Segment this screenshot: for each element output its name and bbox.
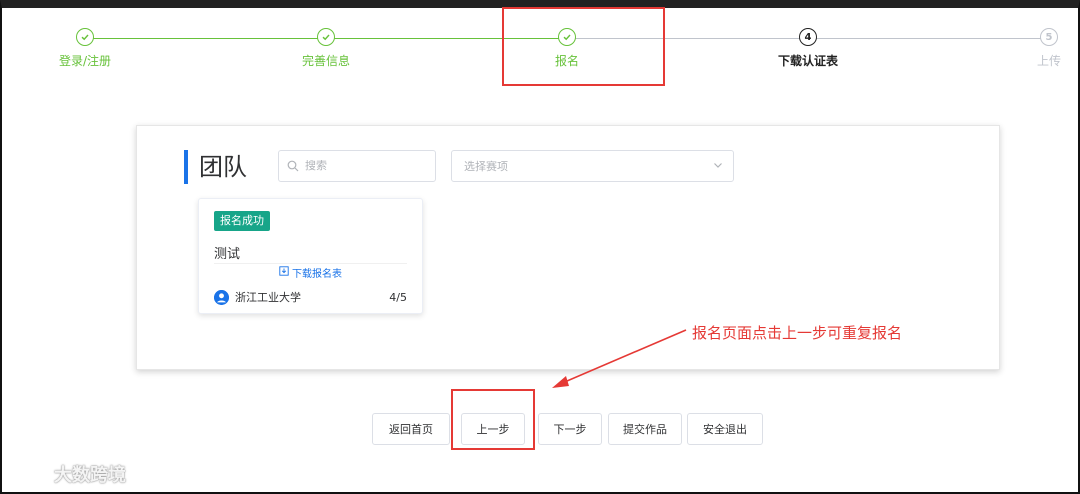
- highlight-box-prev-button: [451, 389, 535, 450]
- next-step-button[interactable]: 下一步: [538, 413, 602, 445]
- watermark-logo-icon: [10, 460, 48, 487]
- watermark-text: 大数跨境: [54, 464, 126, 486]
- home-button[interactable]: 返回首页: [372, 413, 450, 445]
- logout-button[interactable]: 安全退出: [687, 413, 763, 445]
- watermark: 大数跨境: [10, 460, 126, 487]
- submit-work-button[interactable]: 提交作品: [608, 413, 682, 445]
